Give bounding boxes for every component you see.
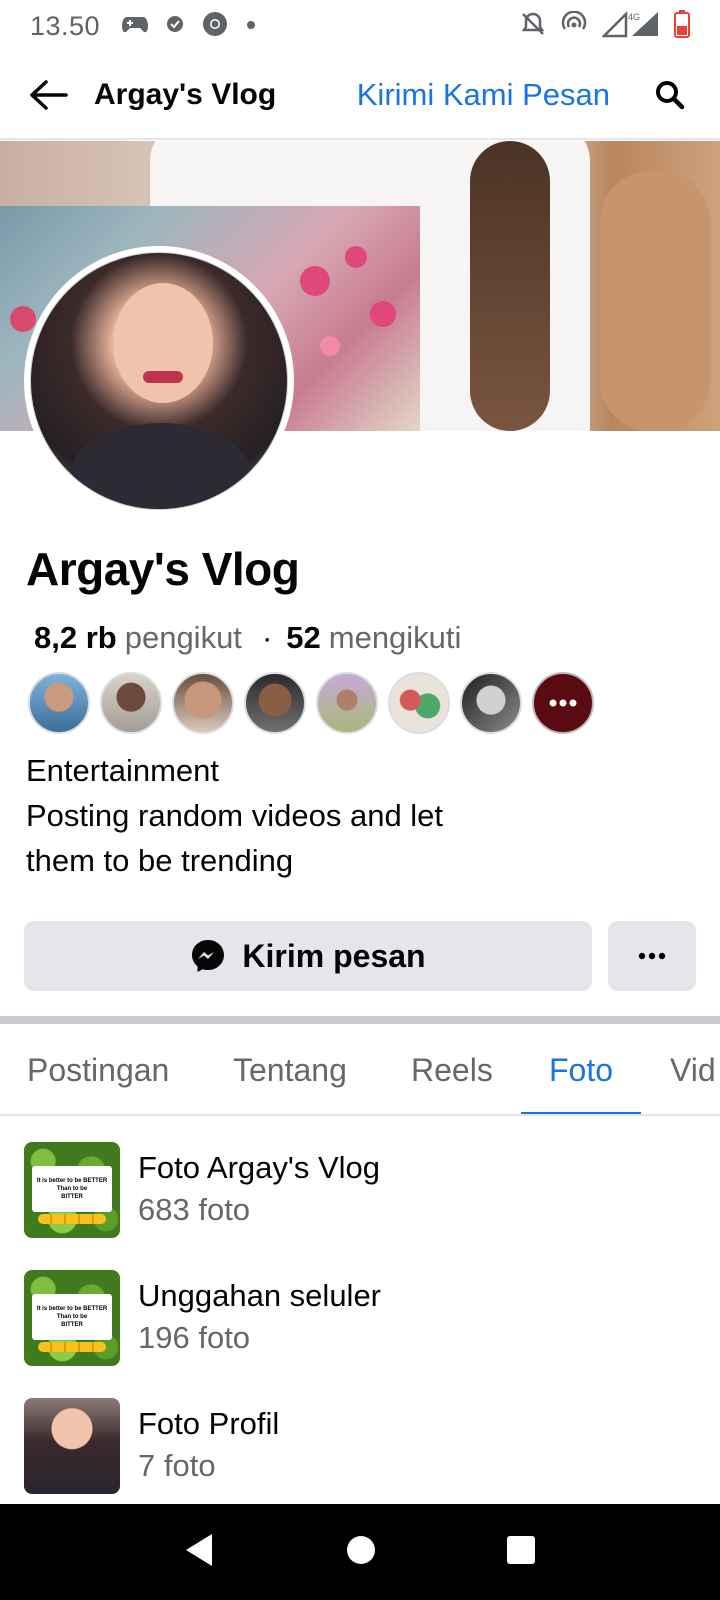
more-followers-button[interactable]	[532, 672, 594, 734]
gamepad-icon	[122, 15, 149, 38]
top-app-bar: Argay's Vlog Kirimi Kami Pesan	[0, 52, 720, 140]
album-title: Unggahan seluler	[138, 1278, 382, 1313]
page-title: Argay's Vlog	[94, 78, 277, 111]
album-count: 683 foto	[138, 1192, 251, 1227]
bio-text-line: them to be trending	[26, 843, 294, 878]
emoji-row-icon	[38, 1214, 106, 1224]
send-message-button[interactable]: Kirim pesan	[24, 921, 592, 991]
follower-avatar[interactable]	[244, 672, 306, 734]
album-title: Foto Profil	[138, 1406, 280, 1441]
nav-home-button[interactable]	[345, 1534, 377, 1571]
back-button[interactable]	[20, 67, 76, 123]
album-count: 7 foto	[138, 1448, 216, 1483]
section-divider	[0, 1016, 720, 1024]
profile-tabs: Postingan Tentang Reels Foto Vid	[0, 1024, 720, 1116]
follower-avatar[interactable]	[388, 672, 450, 734]
svg-text:4G: 4G	[628, 12, 640, 22]
followers-label[interactable]: pengikut	[125, 620, 242, 656]
album-count: 196 foto	[138, 1320, 251, 1355]
tab-photos[interactable]: Foto	[520, 1024, 642, 1114]
tab-about[interactable]: Tentang	[233, 1024, 347, 1114]
album-thumbnail	[24, 1398, 120, 1494]
status-bar: 13.50 4G	[0, 0, 720, 52]
search-icon	[656, 81, 685, 110]
follower-avatar[interactable]	[460, 672, 522, 734]
ellipsis-icon	[638, 952, 666, 960]
more-dots-icon	[549, 699, 577, 707]
recents-square-icon	[506, 1535, 535, 1564]
more-options-button[interactable]	[608, 921, 696, 991]
follower-avatars	[28, 672, 594, 734]
dot-icon	[246, 17, 256, 35]
profile-avatar[interactable]	[24, 246, 294, 516]
album-title: Foto Argay's Vlog	[138, 1150, 380, 1185]
profile-actions: Kirim pesan	[24, 921, 698, 991]
nav-recents-button[interactable]	[506, 1535, 536, 1570]
album-list-item[interactable]: It is better to be BETTER Than to be BIT…	[24, 1268, 696, 1368]
follower-avatar[interactable]	[172, 672, 234, 734]
send-message-label: Kirim pesan	[242, 937, 426, 974]
bio-text-line: Posting random videos and let	[26, 798, 444, 833]
following-label[interactable]: mengikuti	[329, 620, 462, 656]
follower-avatar[interactable]	[316, 672, 378, 734]
follower-avatar[interactable]	[28, 672, 90, 734]
profile-bio: Entertainment Posting random videos and …	[26, 748, 546, 883]
tab-reels[interactable]: Reels	[411, 1024, 493, 1114]
tab-posts[interactable]: Postingan	[27, 1024, 169, 1114]
status-time: 13.50	[30, 10, 101, 41]
profile-name: Argay's Vlog	[26, 543, 300, 595]
nav-back-button[interactable]	[184, 1532, 216, 1573]
home-circle-icon	[346, 1535, 375, 1564]
album-thumbnail: It is better to be BETTER Than to be BIT…	[24, 1270, 120, 1366]
bio-category: Entertainment	[26, 753, 219, 788]
chrome-icon	[202, 11, 228, 42]
album-list-item[interactable]: It is better to be BETTER Than to be BIT…	[24, 1140, 696, 1240]
messenger-icon	[192, 940, 225, 972]
mute-bell-icon	[520, 11, 546, 42]
follower-avatar[interactable]	[100, 672, 162, 734]
hotspot-icon	[560, 9, 588, 42]
send-us-message-link[interactable]: Kirimi Kami Pesan	[357, 77, 610, 113]
album-list-item[interactable]: Foto Profil 7 foto	[24, 1396, 696, 1496]
battery-icon	[674, 9, 690, 43]
back-triangle-icon	[186, 1533, 213, 1566]
signal-icon: 4G	[600, 10, 660, 43]
search-button[interactable]	[642, 67, 698, 123]
settings-badge-icon	[166, 15, 184, 38]
follow-stats: 8,2 rb pengikut · 52 mengikuti	[34, 620, 462, 656]
system-navigation-bar	[0, 1504, 720, 1600]
following-count[interactable]: 52	[286, 620, 320, 656]
back-arrow-icon	[30, 80, 68, 110]
emoji-row-icon	[38, 1342, 106, 1352]
tab-videos[interactable]: Vid	[670, 1024, 716, 1114]
album-thumbnail: It is better to be BETTER Than to be BIT…	[24, 1142, 120, 1238]
followers-count[interactable]: 8,2 rb	[34, 620, 117, 656]
